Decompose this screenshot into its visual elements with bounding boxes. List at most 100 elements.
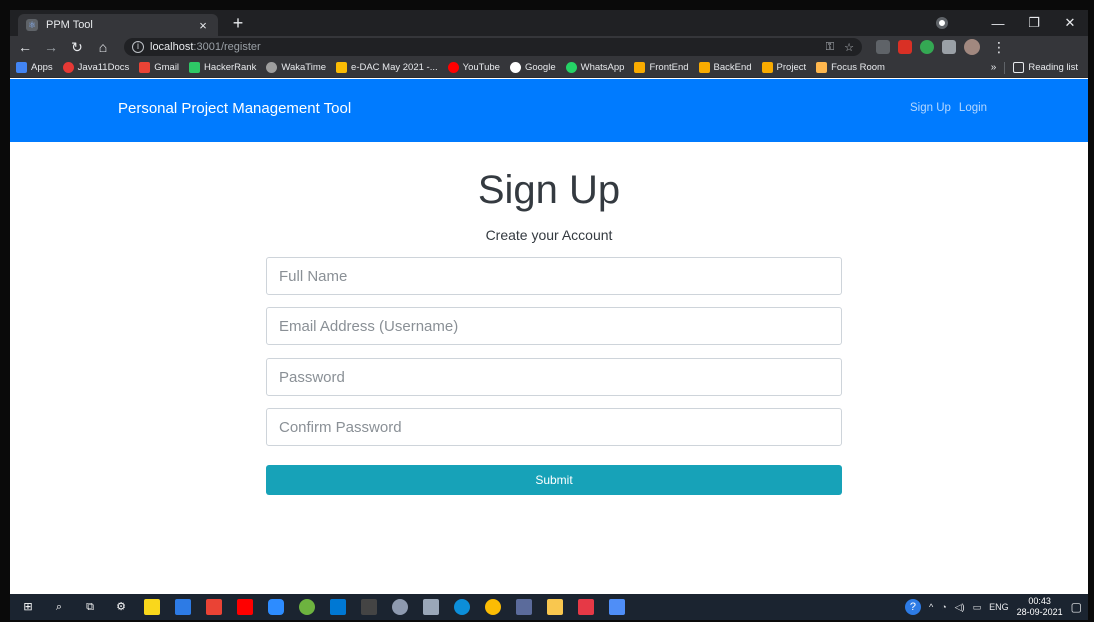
gmail-taskbar-icon[interactable] xyxy=(206,599,222,615)
menu-kebab-icon[interactable]: ⋮ xyxy=(992,39,1006,56)
minimize-button[interactable]: — xyxy=(980,16,1016,31)
network-icon[interactable]: ◔ xyxy=(941,602,946,612)
windows-taskbar: ⊞ ⌕ ⧉ ⚙ ? ^ ◔ ◁) ▭ ENG 00:43 28-09-2021 xyxy=(10,594,1088,620)
bookmark-item[interactable]: e-DAC May 2021 -... xyxy=(336,62,438,73)
notifications-icon[interactable]: ▢ xyxy=(1071,600,1082,614)
clock-date: 28-09-2021 xyxy=(1016,607,1063,617)
terminal-icon[interactable] xyxy=(361,599,377,615)
vscode-icon[interactable] xyxy=(330,599,346,615)
close-window-button[interactable]: ✕ xyxy=(1052,15,1088,31)
app-icon[interactable] xyxy=(423,599,439,615)
submit-button[interactable]: Submit xyxy=(266,465,842,495)
reload-icon[interactable]: ↻ xyxy=(66,39,88,56)
puzzle-icon[interactable] xyxy=(942,40,956,54)
task-view-icon[interactable]: ⧉ xyxy=(82,599,98,615)
forward-arrow-icon[interactable]: → xyxy=(40,39,62,55)
search-icon[interactable]: ⌕ xyxy=(51,599,67,615)
app-icon[interactable] xyxy=(516,599,532,615)
drive-icon xyxy=(336,62,348,73)
bookmark-folder[interactable]: FrontEnd xyxy=(634,62,689,73)
tab-close-icon[interactable]: × xyxy=(196,18,210,33)
bookmarks-bar: Apps Java11Docs Gmail HackerRank WakaTim… xyxy=(10,58,1088,78)
browser-toolbar: ← → ↻ ⌂ i localhost :3001/register ⚿ ☆ ⋮ xyxy=(10,36,1088,58)
bookmark-item[interactable]: Apps xyxy=(16,62,53,73)
bookmark-folder[interactable]: Project xyxy=(761,62,806,73)
extension-icon[interactable] xyxy=(898,40,912,54)
spring-icon[interactable] xyxy=(299,599,315,615)
browser-tab[interactable]: ⚛ PPM Tool × xyxy=(18,14,218,36)
whatsapp-icon xyxy=(565,62,577,73)
omnibox-actions: ⚿ ☆ xyxy=(826,41,854,54)
help-icon[interactable]: ? xyxy=(904,599,921,615)
profile-indicator-icon[interactable] xyxy=(936,17,948,29)
bookmark-item[interactable]: YouTube xyxy=(447,62,500,73)
back-arrow-icon[interactable]: ← xyxy=(14,39,36,55)
folder-icon xyxy=(698,62,710,73)
bookmark-item[interactable]: WhatsApp xyxy=(565,62,624,73)
url-path: :3001/register xyxy=(193,41,261,53)
confirm-password-input[interactable] xyxy=(266,408,842,446)
bookmark-item[interactable]: Google xyxy=(509,62,556,73)
bookmark-item[interactable]: Java11Docs xyxy=(62,62,129,73)
battery-icon[interactable]: ▭ xyxy=(973,602,982,613)
new-tab-button[interactable]: + xyxy=(228,13,248,33)
app-icon[interactable] xyxy=(609,599,625,615)
file-explorer-icon[interactable] xyxy=(547,599,563,615)
edge-icon[interactable] xyxy=(454,599,470,615)
bookmark-item[interactable]: HackerRank xyxy=(189,62,256,73)
folder-icon xyxy=(761,62,773,73)
star-icon[interactable]: ☆ xyxy=(844,41,854,54)
avatar[interactable] xyxy=(964,39,980,55)
url-host: localhost xyxy=(150,41,194,53)
chrome-icon[interactable] xyxy=(485,599,501,615)
bookmark-icon xyxy=(16,62,27,73)
address-bar[interactable]: i localhost :3001/register ⚿ ☆ xyxy=(124,38,862,56)
reading-list-button[interactable]: Reading list xyxy=(1013,62,1078,73)
brand-link[interactable]: Personal Project Management Tool xyxy=(118,100,351,117)
site-info-icon[interactable]: i xyxy=(132,41,144,53)
clock-time: 00:43 xyxy=(1028,596,1051,606)
youtube-taskbar-icon[interactable] xyxy=(237,599,253,615)
sticky-notes-icon[interactable] xyxy=(144,599,160,615)
window-controls: — ❐ ✕ xyxy=(980,10,1088,36)
home-icon[interactable]: ⌂ xyxy=(92,39,114,55)
people-icon[interactable] xyxy=(175,599,191,615)
google-icon xyxy=(509,62,521,73)
password-input[interactable] xyxy=(266,358,842,396)
language-indicator[interactable]: ENG xyxy=(989,602,1009,612)
youtube-icon xyxy=(447,62,459,73)
nav-login-link[interactable]: Login xyxy=(959,102,987,114)
app-icon[interactable] xyxy=(392,599,408,615)
app-icon[interactable] xyxy=(578,599,594,615)
focus-room-icon xyxy=(816,62,828,73)
chevron-up-icon[interactable]: ^ xyxy=(929,602,933,612)
clock[interactable]: 00:43 28-09-2021 xyxy=(1017,596,1063,618)
key-icon[interactable]: ⚿ xyxy=(826,41,834,54)
extension-icon[interactable] xyxy=(920,40,934,54)
bookmark-separator xyxy=(1004,61,1006,74)
zoom-icon[interactable] xyxy=(268,599,284,615)
app-navbar: Personal Project Management Tool Sign Up… xyxy=(10,79,1088,142)
full-name-input[interactable] xyxy=(266,257,842,295)
bookmark-item[interactable]: WakaTime xyxy=(266,62,326,73)
bookmark-item[interactable]: Gmail xyxy=(139,62,179,73)
bookmark-item[interactable]: Focus Room xyxy=(816,62,885,73)
page-title: Sign Up xyxy=(477,168,621,212)
nav-links: Sign Up Login xyxy=(910,102,987,114)
page-subtitle: Create your Account xyxy=(485,227,613,243)
screen: ⚛ PPM Tool × + — ❐ ✕ ← → ↻ ⌂ i localhost… xyxy=(10,10,1088,620)
system-tray: ? ^ ◔ ◁) ▭ ENG 00:43 28-09-2021 ▢ xyxy=(904,594,1082,620)
windows-start-icon[interactable]: ⊞ xyxy=(20,599,36,615)
reading-list-icon xyxy=(1013,62,1025,73)
volume-icon[interactable]: ◁) xyxy=(955,602,965,613)
email-input[interactable] xyxy=(266,307,842,345)
more-bookmarks-button[interactable]: » xyxy=(991,62,997,73)
browser-titlebar: ⚛ PPM Tool × + — ❐ ✕ xyxy=(10,10,1088,36)
folder-icon xyxy=(634,62,646,73)
extension-icon[interactable] xyxy=(876,40,890,54)
tab-title: PPM Tool xyxy=(46,19,93,31)
settings-gear-icon[interactable]: ⚙ xyxy=(113,599,129,615)
nav-signup-link[interactable]: Sign Up xyxy=(910,102,951,114)
restore-button[interactable]: ❐ xyxy=(1016,15,1052,31)
bookmark-folder[interactable]: BackEnd xyxy=(698,62,752,73)
